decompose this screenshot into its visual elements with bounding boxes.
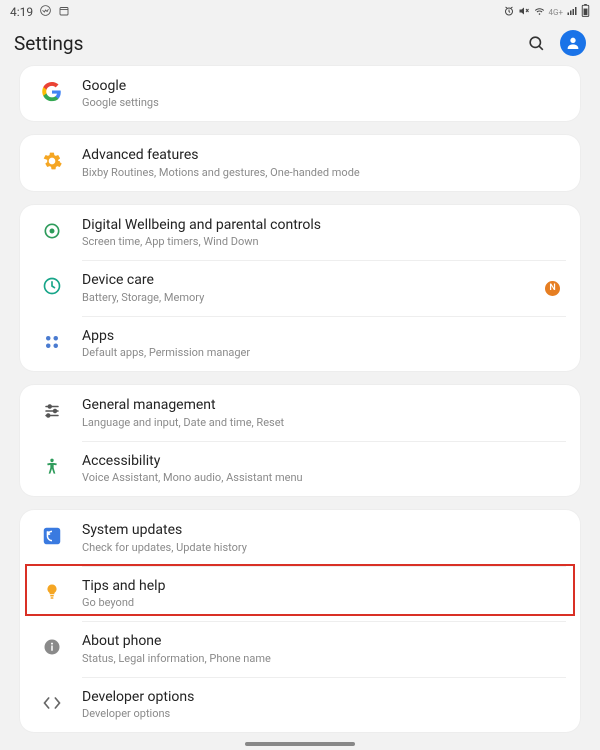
settings-item-subtitle: Go beyond	[82, 596, 564, 610]
settings-item-general-management[interactable]: General management Language and input, D…	[20, 385, 580, 440]
settings-item-title: Advanced features	[82, 146, 564, 164]
page-title: Settings	[14, 32, 83, 55]
settings-item-title: Apps	[82, 327, 564, 345]
search-button[interactable]	[526, 33, 546, 53]
account-avatar[interactable]	[560, 30, 586, 56]
accessibility-icon	[42, 457, 62, 481]
status-bar: 4:19 4G+	[0, 0, 600, 22]
notification-badge: N	[545, 281, 560, 296]
settings-group: Advanced features Bixby Routines, Motion…	[20, 135, 580, 190]
apps-icon	[43, 333, 61, 355]
settings-item-subtitle: Bixby Routines, Motions and gestures, On…	[82, 166, 564, 180]
wellbeing-icon	[42, 221, 62, 245]
settings-item-google[interactable]: Google Google settings	[20, 66, 580, 121]
settings-item-title: Developer options	[82, 688, 564, 706]
settings-group: System updates Check for updates, Update…	[20, 510, 580, 732]
settings-item-tips-help[interactable]: Tips and help Go beyond	[20, 566, 580, 621]
settings-item-system-updates[interactable]: System updates Check for updates, Update…	[20, 510, 580, 565]
settings-list: Google Google settings Advanced features…	[0, 66, 600, 732]
settings-item-subtitle: Language and input, Date and time, Reset	[82, 416, 564, 430]
gear-icon	[42, 151, 62, 175]
settings-group: Digital Wellbeing and parental controls …	[20, 205, 580, 371]
settings-item-apps[interactable]: Apps Default apps, Permission manager	[20, 316, 580, 371]
settings-item-about-phone[interactable]: About phone Status, Legal information, P…	[20, 621, 580, 676]
settings-item-device-care[interactable]: Device care Battery, Storage, Memory N	[20, 260, 580, 315]
settings-item-title: General management	[82, 396, 564, 414]
settings-item-subtitle: Battery, Storage, Memory	[82, 291, 545, 305]
search-icon	[527, 34, 546, 53]
system-update-icon	[41, 525, 63, 551]
mute-icon	[518, 5, 530, 20]
settings-item-advanced-features[interactable]: Advanced features Bixby Routines, Motion…	[20, 135, 580, 190]
settings-group: General management Language and input, D…	[20, 385, 580, 496]
settings-item-accessibility[interactable]: Accessibility Voice Assistant, Mono audi…	[20, 441, 580, 496]
home-indicator[interactable]	[245, 742, 355, 746]
settings-item-subtitle: Check for updates, Update history	[82, 541, 564, 555]
settings-item-title: About phone	[82, 632, 564, 650]
header: Settings	[0, 22, 600, 66]
settings-item-subtitle: Developer options	[82, 707, 564, 721]
settings-item-title: Accessibility	[82, 452, 564, 470]
settings-item-title: Google	[82, 77, 564, 95]
settings-item-digital-wellbeing[interactable]: Digital Wellbeing and parental controls …	[20, 205, 580, 260]
settings-item-title: Tips and help	[82, 577, 564, 595]
settings-item-subtitle: Status, Legal information, Phone name	[82, 652, 564, 666]
settings-item-subtitle: Screen time, App timers, Wind Down	[82, 235, 564, 249]
code-icon	[42, 693, 62, 717]
messenger-icon	[39, 4, 52, 20]
settings-item-developer-options[interactable]: Developer options Developer options	[20, 677, 580, 732]
status-time: 4:19	[10, 5, 33, 19]
settings-item-subtitle: Voice Assistant, Mono audio, Assistant m…	[82, 471, 564, 485]
alarm-icon	[503, 5, 515, 20]
settings-item-subtitle: Google settings	[82, 96, 564, 110]
lightbulb-icon	[43, 583, 61, 605]
info-icon	[43, 638, 61, 660]
reminder-icon	[58, 5, 70, 20]
settings-item-title: Device care	[82, 271, 545, 289]
signal-icon	[566, 5, 578, 20]
sliders-icon	[43, 402, 61, 424]
settings-group: Google Google settings	[20, 66, 580, 121]
wifi-icon	[533, 4, 546, 20]
device-care-icon	[42, 276, 62, 300]
google-icon	[42, 82, 62, 106]
battery-icon	[581, 4, 590, 20]
network-icon: 4G+	[549, 8, 563, 17]
settings-item-title: Digital Wellbeing and parental controls	[82, 216, 564, 234]
person-icon	[565, 35, 581, 51]
settings-item-title: System updates	[82, 521, 564, 539]
settings-item-subtitle: Default apps, Permission manager	[82, 346, 564, 360]
